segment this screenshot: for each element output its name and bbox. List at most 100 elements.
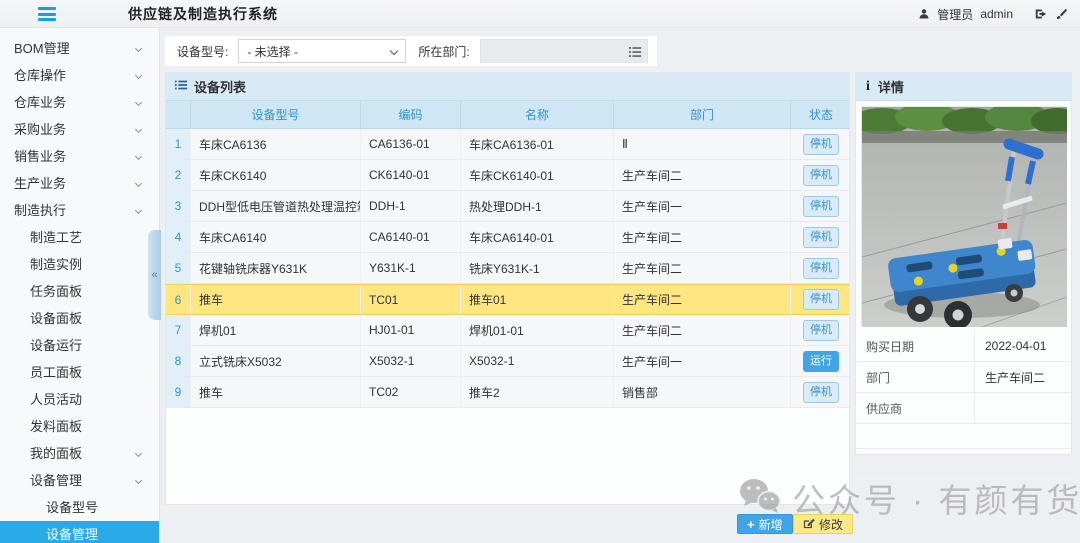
sidebar-item-purchase-business[interactable]: 采购业务 <box>0 116 159 143</box>
device-name-cell: X5032-1 <box>461 346 614 376</box>
sidebar-item-my-panel[interactable]: 我的面板 <box>0 440 159 467</box>
department-cell: 生产车间二 <box>614 253 791 283</box>
edit-button[interactable]: 修改 <box>793 514 853 534</box>
sidebar-item-device-management-group[interactable]: 设备管理 <box>0 467 159 494</box>
sidebar-collapse-handle[interactable]: « <box>148 230 161 320</box>
sidebar-item-label: 发料面板 <box>30 419 82 434</box>
status-badge[interactable]: 停机 <box>803 227 839 248</box>
device-name-cell: 热处理DDH-1 <box>461 191 614 221</box>
theme-brush-icon[interactable] <box>1055 8 1068 21</box>
table-row[interactable]: 8立式铣床X5032X5032-1X5032-1生产车间一运行 <box>166 346 849 377</box>
row-index: 8 <box>166 346 191 376</box>
device-model-cell: 立式铣床X5032 <box>191 346 361 376</box>
list-icon <box>174 78 188 95</box>
device-code-cell: DDH-1 <box>361 191 461 221</box>
sidebar-item-label: 我的面板 <box>30 446 82 461</box>
sidebar-item-device-running[interactable]: 设备运行 <box>0 332 159 359</box>
status-badge[interactable]: 停机 <box>803 382 839 403</box>
device-model-select[interactable]: - 未选择 - <box>238 39 406 63</box>
device-code-cell: CK6140-01 <box>361 160 461 190</box>
chevron-down-icon <box>135 450 142 457</box>
table-row[interactable]: 6推车TC01推车01生产车间二停机 <box>166 284 849 315</box>
sidebar-item-task-panel[interactable]: 任务面板 <box>0 278 159 305</box>
table-row[interactable]: 9推车TC02推车2销售部停机 <box>166 377 849 408</box>
department-cell: 销售部 <box>614 377 791 407</box>
sidebar-item-staff-panel[interactable]: 员工面板 <box>0 359 159 386</box>
detail-field-value <box>974 393 1071 423</box>
sidebar-item-device-model[interactable]: 设备型号 <box>0 494 159 521</box>
logout-icon[interactable] <box>1034 8 1048 20</box>
status-badge[interactable]: 停机 <box>803 134 839 155</box>
sidebar-item-personnel-activity[interactable]: 人员活动 <box>0 386 159 413</box>
row-index: 9 <box>166 377 191 407</box>
sidebar-item-sales-business[interactable]: 销售业务 <box>0 143 159 170</box>
department-picker-icon[interactable] <box>628 45 642 62</box>
department-cell: 生产车间二 <box>614 160 791 190</box>
edit-button-label: 修改 <box>819 516 843 533</box>
row-index: 2 <box>166 160 191 190</box>
sidebar-item-bom-management[interactable]: BOM管理 <box>0 35 159 62</box>
chevron-down-icon <box>135 126 142 133</box>
add-button[interactable]: + 新增 <box>737 514 793 534</box>
status-badge[interactable]: 停机 <box>803 289 839 310</box>
status-badge[interactable]: 运行 <box>803 351 839 372</box>
detail-fields: 购买日期2022-04-01部门生产车间二供应商 <box>856 331 1071 474</box>
detail-title: 详情 <box>878 77 904 96</box>
department-input[interactable] <box>480 39 648 63</box>
sidebar-item-label: 设备管理 <box>46 527 98 542</box>
device-name-cell: 车床CA6140-01 <box>461 222 614 252</box>
sidebar-item-label: BOM管理 <box>14 41 70 56</box>
device-list-title: 设备列表 <box>194 77 246 96</box>
sidebar-item-production-business[interactable]: 生产业务 <box>0 170 159 197</box>
table-row[interactable]: 4车床CA6140CA6140-01车床CA6140-01生产车间二停机 <box>166 222 849 253</box>
sidebar-item-manufacturing-process[interactable]: 制造工艺 <box>0 224 159 251</box>
status-cell: 停机 <box>791 253 851 283</box>
sidebar-item-label: 制造执行 <box>14 203 66 218</box>
column-header: 部门 <box>614 101 791 128</box>
department-cell: 生产车间二 <box>614 285 791 314</box>
department-cell: 生产车间二 <box>614 315 791 345</box>
detail-field-label: 购买日期 <box>856 331 974 361</box>
status-badge[interactable]: 停机 <box>803 165 839 186</box>
row-index: 5 <box>166 253 191 283</box>
device-model-select-value: - 未选择 - <box>247 43 298 60</box>
table-row[interactable]: 5花键轴铣床器Y631KY631K-1铣床Y631K-1生产车间二停机 <box>166 253 849 284</box>
sidebar-item-warehouse-operation[interactable]: 仓库操作 <box>0 62 159 89</box>
sidebar-item-device-management[interactable]: 设备管理 <box>0 521 159 543</box>
hamburger-menu-icon[interactable] <box>38 7 56 21</box>
device-name-cell: 铣床Y631K-1 <box>461 253 614 283</box>
sidebar: BOM管理仓库操作仓库业务采购业务销售业务生产业务制造执行制造工艺制造实例任务面… <box>0 28 160 543</box>
device-name-cell: 推车01 <box>461 285 614 314</box>
status-cell: 停机 <box>791 222 851 252</box>
device-model-label: 设备型号: <box>177 43 228 60</box>
sidebar-nav: BOM管理仓库操作仓库业务采购业务销售业务生产业务制造执行制造工艺制造实例任务面… <box>0 28 159 543</box>
status-cell: 停机 <box>791 191 851 221</box>
status-badge[interactable]: 停机 <box>803 258 839 279</box>
user-role: 管理员 <box>937 6 973 23</box>
table-row[interactable]: 3DDH型低电压管道热处理温控箱DDH-1热处理DDH-1生产车间一停机 <box>166 191 849 222</box>
table-row[interactable]: 2车床CK6140CK6140-01车床CK6140-01生产车间二停机 <box>166 160 849 191</box>
status-badge[interactable]: 停机 <box>803 196 839 217</box>
device-code-cell: Y631K-1 <box>361 253 461 283</box>
row-index: 7 <box>166 315 191 345</box>
user-icon <box>918 8 930 20</box>
status-cell: 停机 <box>791 315 851 345</box>
sidebar-item-manufacturing-execution[interactable]: 制造执行 <box>0 197 159 224</box>
table-row[interactable]: 1车床CA6136CA6136-01车床CA6136-01Ⅱ停机 <box>166 129 849 160</box>
detail-field-row-empty <box>856 449 1071 474</box>
sidebar-item-label: 设备管理 <box>30 473 82 488</box>
sidebar-item-material-panel[interactable]: 发料面板 <box>0 413 159 440</box>
sidebar-item-manufacturing-instance[interactable]: 制造实例 <box>0 251 159 278</box>
device-model-cell: 车床CA6140 <box>191 222 361 252</box>
sidebar-item-label: 仓库业务 <box>14 95 66 110</box>
table-row[interactable]: 7焊机01HJ01-01焊机01-01生产车间二停机 <box>166 315 849 346</box>
status-badge[interactable]: 停机 <box>803 320 839 341</box>
add-button-label: 新增 <box>759 516 783 533</box>
device-code-cell: TC02 <box>361 377 461 407</box>
sidebar-item-warehouse-business[interactable]: 仓库业务 <box>0 89 159 116</box>
sidebar-item-device-panel[interactable]: 设备面板 <box>0 305 159 332</box>
status-cell: 停机 <box>791 160 851 190</box>
department-label: 所在部门: <box>418 43 469 60</box>
detail-field-label: 部门 <box>856 362 974 392</box>
detail-field-row-empty <box>856 424 1071 449</box>
